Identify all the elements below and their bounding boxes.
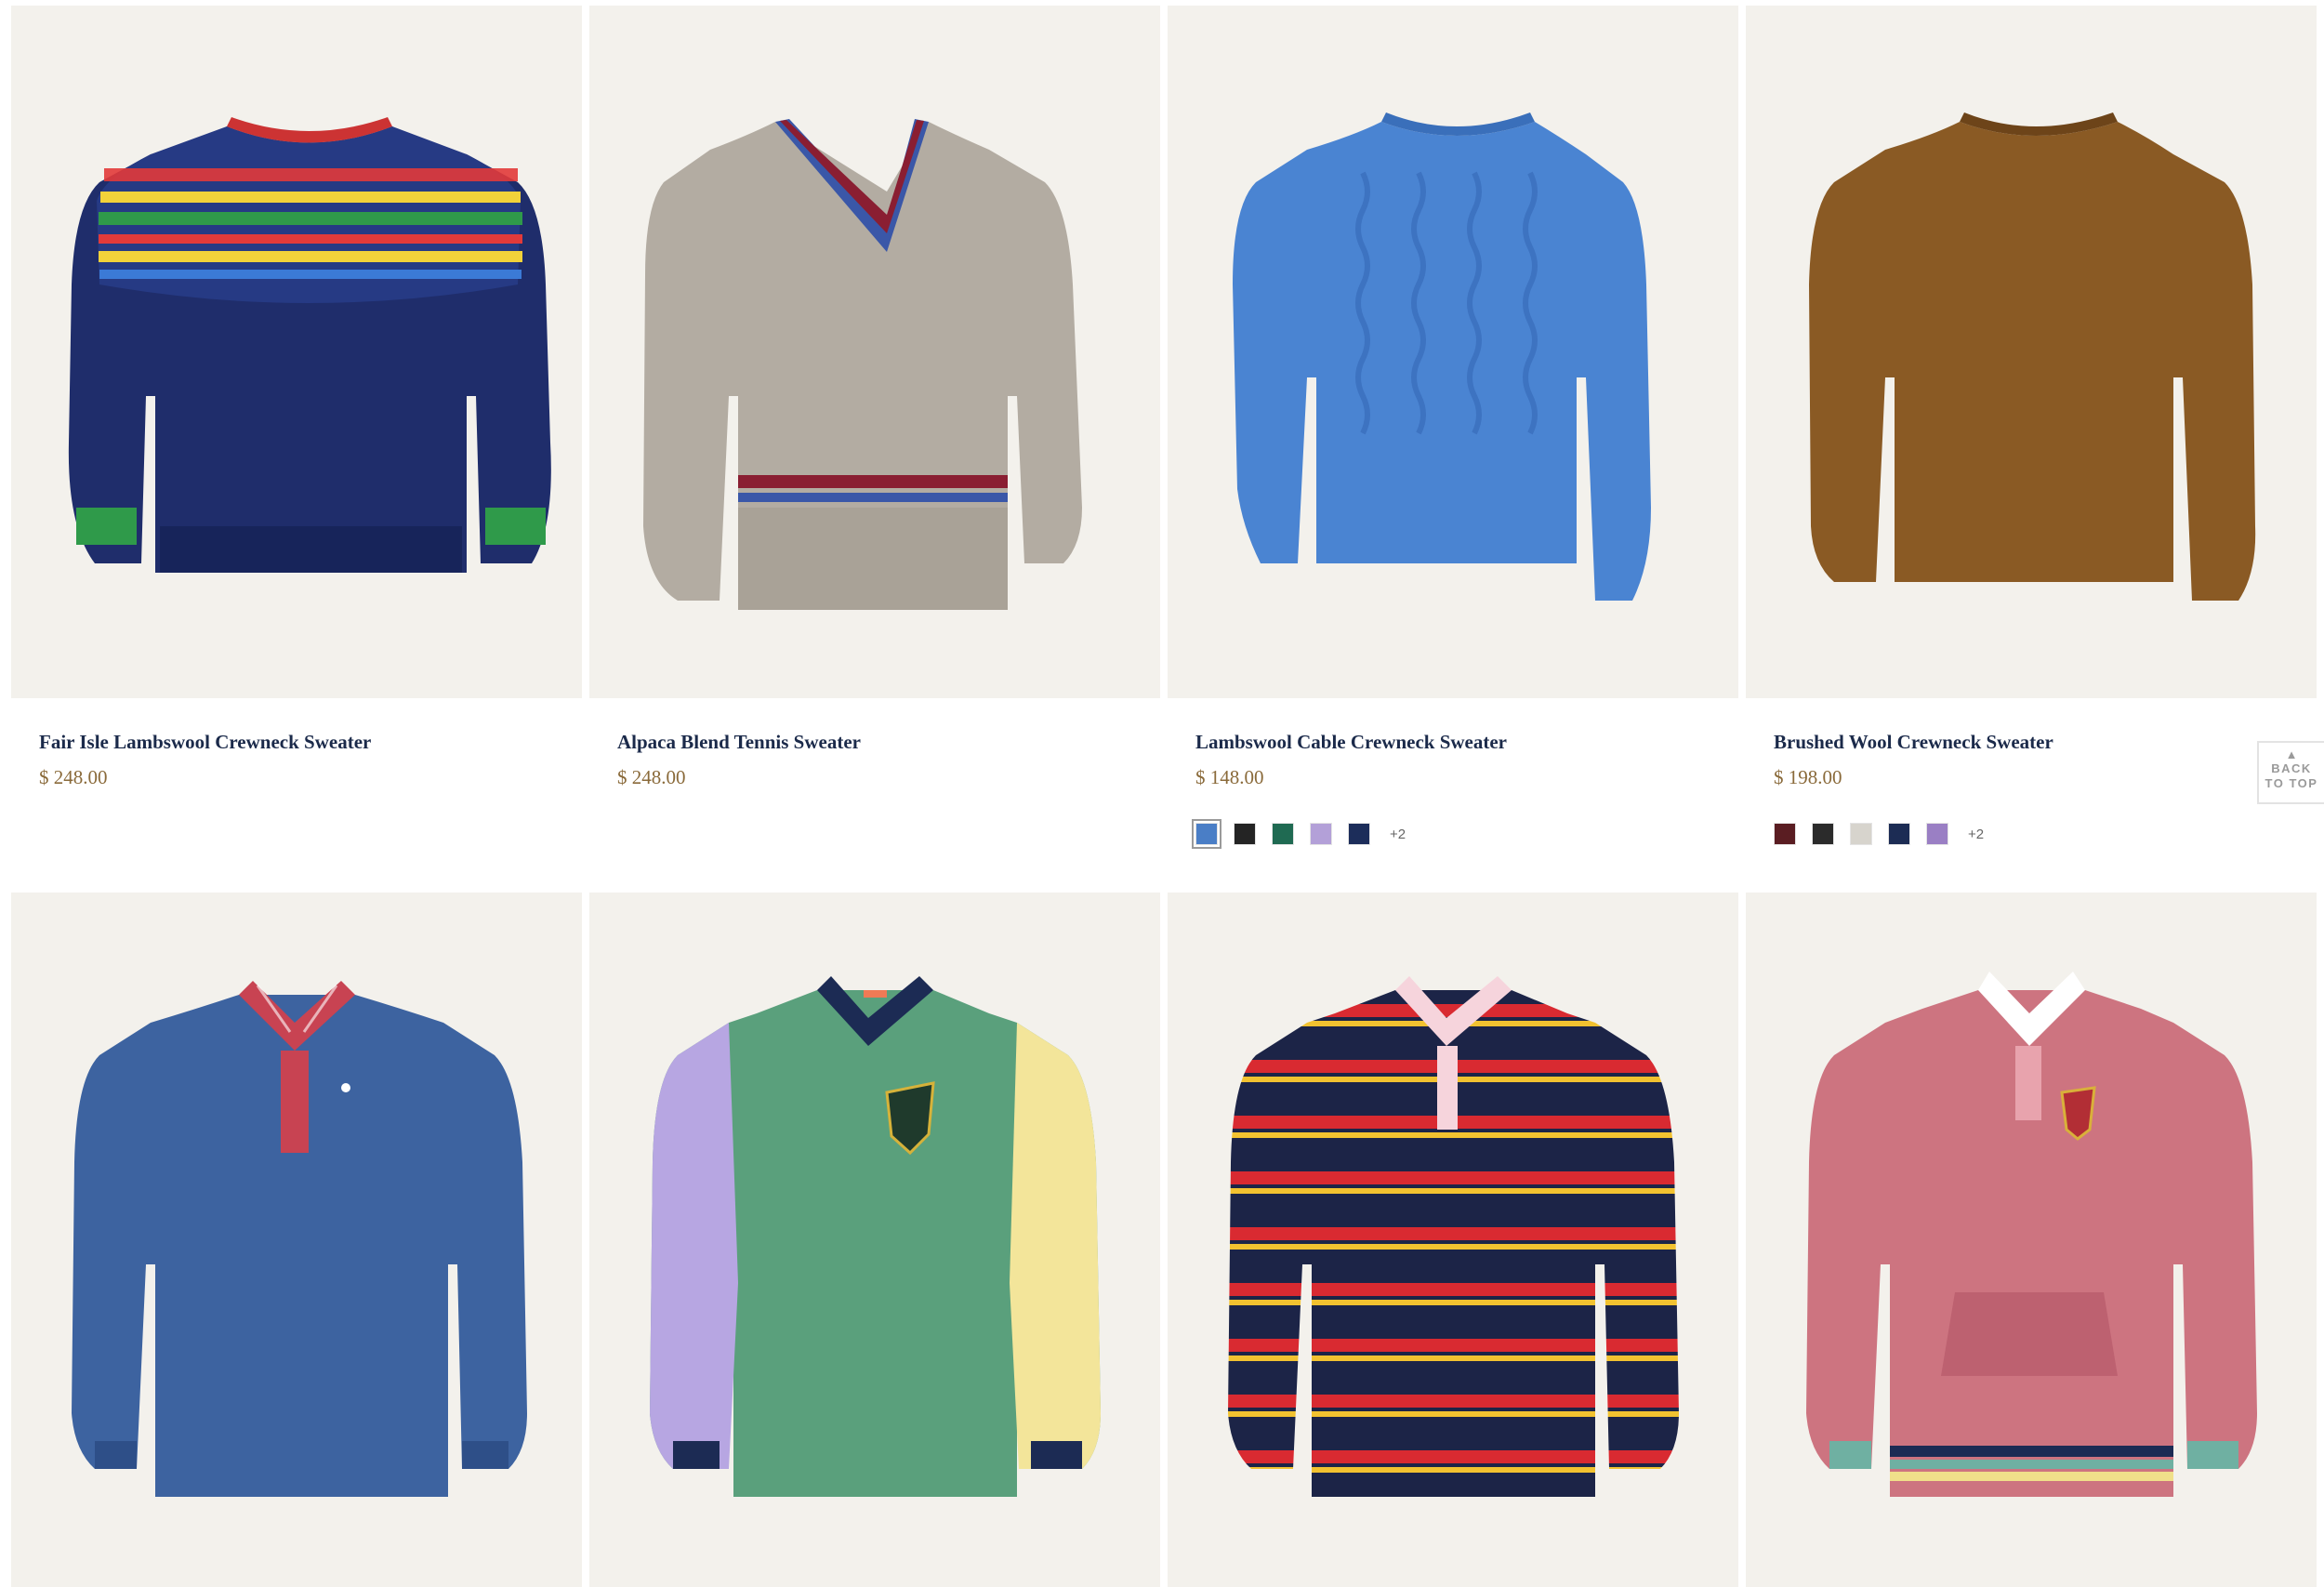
product-title[interactable]: Alpaca Blend Tennis Sweater (617, 731, 861, 754)
color-swatches: +2 (1774, 820, 1984, 848)
color-swatch[interactable] (1850, 823, 1872, 845)
color-swatch[interactable] (1926, 823, 1948, 845)
product-image[interactable] (589, 893, 1160, 1587)
product-image[interactable] (1746, 6, 2317, 698)
product-image[interactable] (11, 893, 582, 1587)
product-price: $ 248.00 (617, 766, 686, 788)
product-price: $ 248.00 (39, 766, 108, 788)
color-swatch[interactable] (1192, 819, 1221, 849)
color-swatch[interactable] (1272, 823, 1294, 845)
product-title[interactable]: Lambswool Cable Crewneck Sweater (1195, 731, 1507, 754)
color-swatch[interactable] (1888, 823, 1910, 845)
product-image[interactable] (1168, 6, 1738, 698)
color-swatch[interactable] (1812, 823, 1834, 845)
product-image[interactable] (1746, 893, 2317, 1587)
product-title[interactable]: Brushed Wool Crewneck Sweater (1774, 731, 2053, 754)
product-price: $ 198.00 (1774, 766, 1842, 788)
color-swatch[interactable] (1234, 823, 1256, 845)
color-swatch[interactable] (1774, 823, 1796, 845)
product-title[interactable]: Fair Isle Lambswool Crewneck Sweater (39, 731, 371, 754)
product-image[interactable] (11, 6, 582, 698)
product-image[interactable] (1168, 893, 1738, 1587)
more-colors-link[interactable]: +2 (1390, 827, 1406, 842)
product-price: $ 148.00 (1195, 766, 1264, 788)
arrow-up-icon: ▲ (2285, 747, 2298, 761)
color-swatch[interactable] (1348, 823, 1370, 845)
product-image[interactable] (589, 6, 1160, 698)
color-swatches: +2 (1192, 819, 1406, 849)
back-to-top-button[interactable]: ▲ BACK TO TOP (2257, 741, 2324, 804)
more-colors-link[interactable]: +2 (1968, 827, 1984, 842)
color-swatch[interactable] (1310, 823, 1332, 845)
